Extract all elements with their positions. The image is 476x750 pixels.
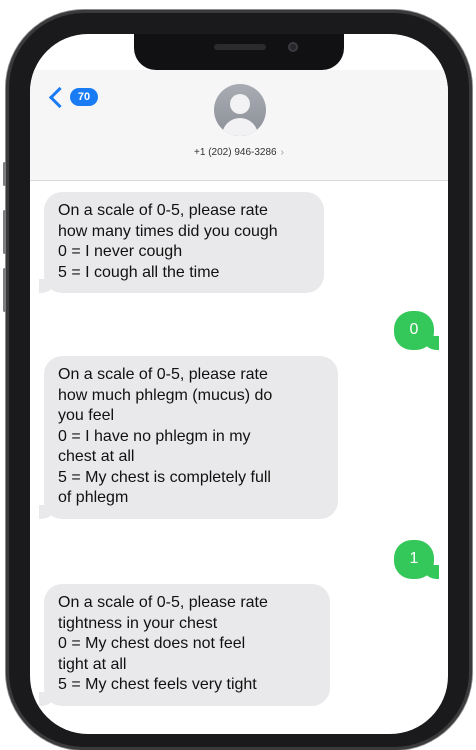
message-bubble-incoming[interactable]: On a scale of 0-5, please rate how many … [39,192,324,293]
message-line: 5 = My chest feels very tight [58,676,257,693]
unread-count-badge: 70 [70,88,98,106]
speaker-grille [214,44,266,50]
message-bubble-outgoing[interactable]: 0 [394,311,439,350]
mute-switch [3,162,6,186]
notch [134,34,344,70]
message-line: tight at all [58,655,127,673]
volume-up-button [3,210,6,254]
message-line: how much phlegm (mucus) do [58,386,273,404]
contact-avatar[interactable] [214,84,266,136]
contact-number: +1 (202) 946-3286 [194,147,277,158]
message-line: 0 = I never cough [58,243,183,260]
back-button[interactable]: 70 [48,86,98,108]
contact-name[interactable]: +1 (202) 946-3286 › [30,147,448,158]
message-line: On a scale of 0-5, please rate [58,594,268,611]
message-bubble-incoming[interactable]: On a scale of 0-5, please rate how much … [39,356,338,519]
message-bubble-outgoing[interactable]: 1 [394,540,439,579]
volume-down-button [3,268,6,312]
message-bubble-incoming[interactable]: On a scale of 0-5, please rate tightness… [39,584,330,706]
message-line: you feel [58,407,115,424]
message-line: chest at all [58,448,135,465]
avatar-head [230,94,250,114]
front-camera [288,42,298,52]
screen: 70 +1 (202) 946-3286 › On a scale of 0-5,… [30,34,448,734]
message-line: On a scale of 0-5, please rate [58,366,268,383]
message-line: 5 = I cough all the time [58,263,220,281]
message-line: how many times did you cough [58,222,278,240]
message-line: 5 = My chest is completely full [58,468,271,486]
message-line: 0 = I have no phlegm in my [58,427,251,445]
chevron-right-icon: › [280,147,284,158]
chevron-left-icon [48,86,71,108]
message-line: tightness in your chest [58,614,218,632]
message-line: of phlegm [58,489,129,506]
message-text: 0 [409,321,419,338]
message-line: On a scale of 0-5, please rate [58,202,268,219]
avatar-shoulders [222,118,258,136]
message-line: 0 = My chest does not feel [58,635,246,652]
message-text: 1 [409,550,419,567]
phone-frame: 70 +1 (202) 946-3286 › On a scale of 0-5,… [3,10,472,750]
